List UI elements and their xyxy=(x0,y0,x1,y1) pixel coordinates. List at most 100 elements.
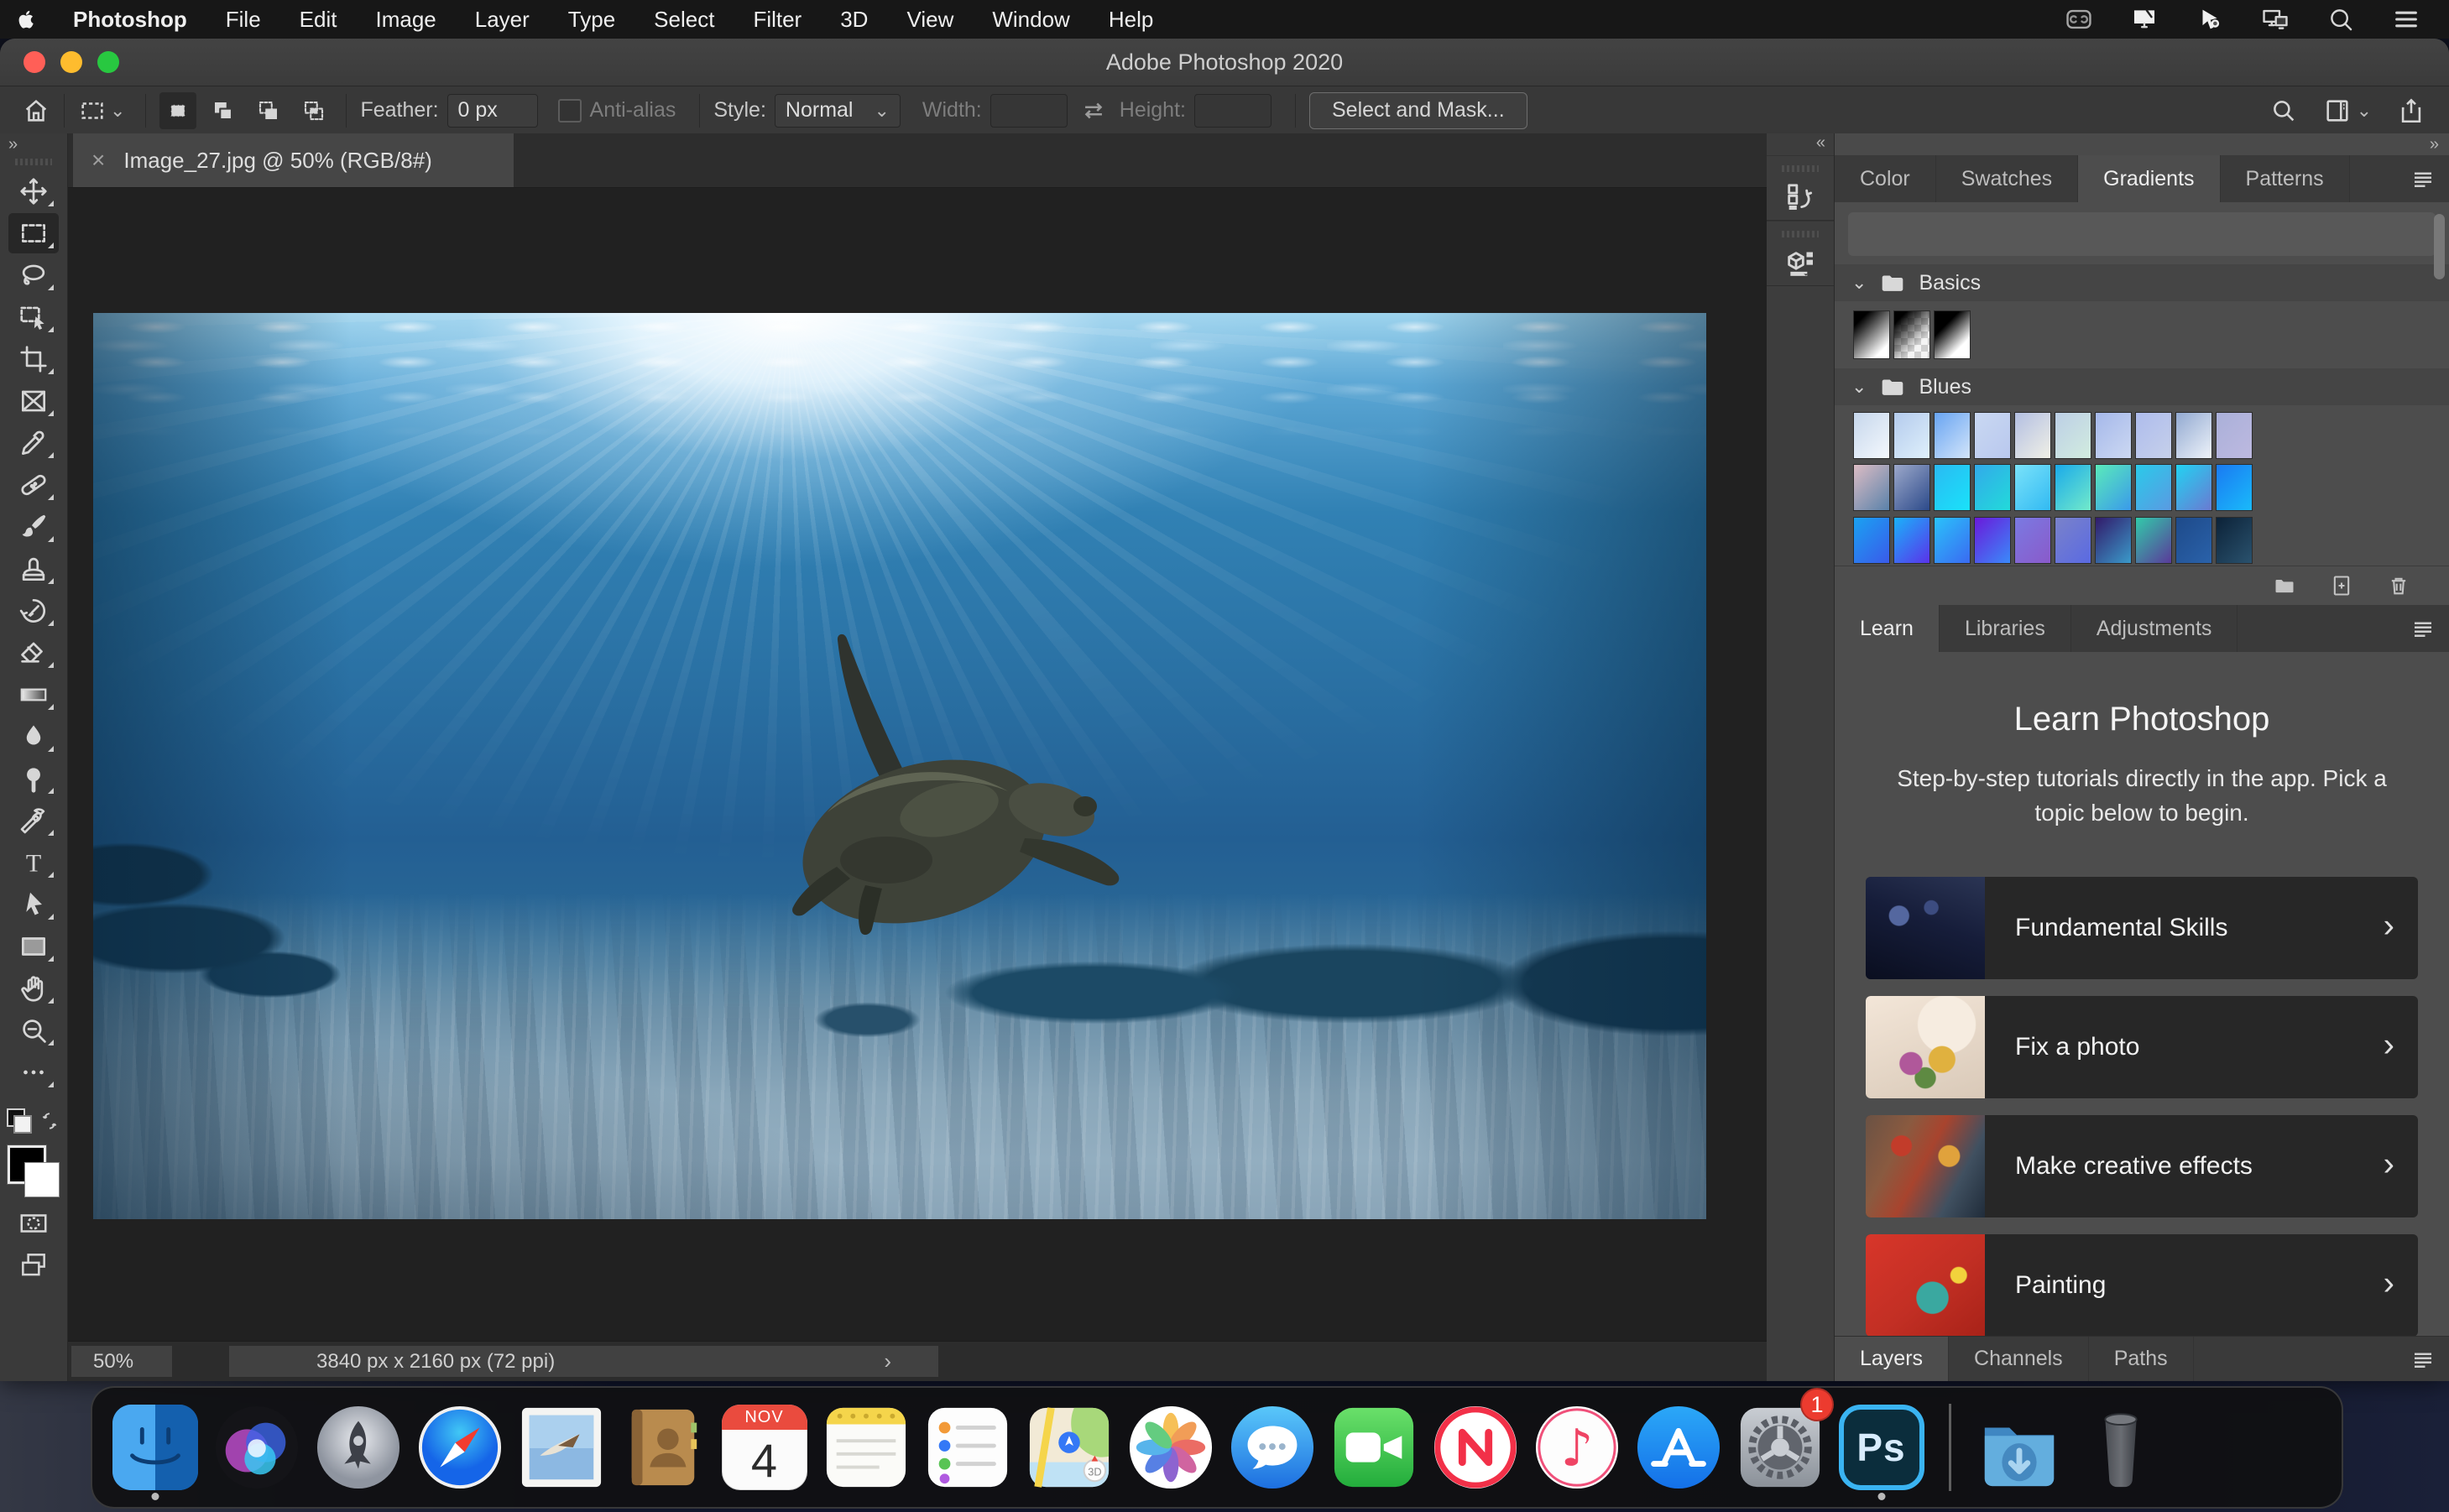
height-input[interactable] xyxy=(1193,93,1271,128)
learn-card-fix-a-photo[interactable]: Fix a photo › xyxy=(1866,996,2418,1099)
feather-input[interactable]: 0 px xyxy=(446,93,538,128)
dock-item-photos[interactable] xyxy=(1120,1393,1221,1502)
frame-tool[interactable] xyxy=(8,381,59,421)
gradient-swatch-blues-23[interactable] xyxy=(1934,516,1971,564)
gradient-swatch-blues-29[interactable] xyxy=(2175,516,2212,564)
gradient-swatch-black-to-white[interactable] xyxy=(1853,310,1890,359)
dock-item-trash[interactable] xyxy=(2070,1393,2171,1502)
learn-card-make-creative-effects[interactable]: Make creative effects › xyxy=(1866,1115,2418,1218)
panel-tab-patterns[interactable]: Patterns xyxy=(2221,155,2350,202)
dock-item-maps[interactable]: 3D xyxy=(1018,1393,1120,1502)
toolbar-expand-icon[interactable]: » xyxy=(0,133,67,155)
object-selection-tool[interactable] xyxy=(8,297,59,337)
eraser-tool[interactable] xyxy=(8,633,59,673)
gradient-swatch-blues-5[interactable] xyxy=(2014,412,2051,459)
collapse-panels-icon[interactable]: » xyxy=(1835,133,2449,155)
new-group-icon[interactable] xyxy=(2273,574,2296,597)
external-displays-icon[interactable] xyxy=(2261,5,2290,34)
basics-collapse-icon[interactable]: ⌄ xyxy=(1851,272,1867,294)
gradient-swatch-black-to-white-hard[interactable] xyxy=(1934,310,1971,359)
menu-item-window[interactable]: Window xyxy=(973,0,1089,39)
subtract-from-selection-icon[interactable] xyxy=(250,92,287,129)
gradient-swatch-blues-14[interactable] xyxy=(1974,464,2011,512)
home-icon[interactable] xyxy=(22,96,50,125)
gradient-swatch-blues-24[interactable] xyxy=(1974,516,2011,564)
gradient-swatch-blues-11[interactable] xyxy=(1853,464,1890,512)
close-document-icon[interactable]: × xyxy=(91,147,105,174)
dock-item-mail[interactable] xyxy=(510,1393,612,1502)
creative-cloud-icon[interactable] xyxy=(2065,5,2093,34)
status-chevron-icon[interactable]: › xyxy=(884,1348,891,1374)
menu-item-edit[interactable]: Edit xyxy=(280,0,357,39)
blues-collapse-icon[interactable]: ⌄ xyxy=(1851,376,1867,398)
panel-tab-swatches[interactable]: Swatches xyxy=(1936,155,2079,202)
dock-item-safari[interactable] xyxy=(409,1393,510,1502)
document-info-field[interactable]: 3840 px x 2160 px (72 ppi) › xyxy=(229,1346,938,1377)
gradient-swatch-blues-30[interactable] xyxy=(2216,516,2253,564)
dock-item-launchpad[interactable] xyxy=(307,1393,409,1502)
crop-tool[interactable] xyxy=(8,339,59,379)
edit-toolbar[interactable] xyxy=(8,1052,59,1092)
gradient-swatch-blues-15[interactable] xyxy=(2014,464,2051,512)
gradient-swatch-blues-8[interactable] xyxy=(2135,412,2172,459)
gradient-swatch-blues-1[interactable] xyxy=(1853,412,1890,459)
path-selection-tool[interactable] xyxy=(8,884,59,925)
menu-item-photoshop[interactable]: Photoshop xyxy=(54,0,206,39)
screen-mode-button[interactable] xyxy=(8,1245,59,1285)
gradient-swatch-blues-16[interactable] xyxy=(2055,464,2091,512)
menu-item-file[interactable]: File xyxy=(206,0,280,39)
select-and-mask-button[interactable]: Select and Mask... xyxy=(1308,91,1527,129)
gradient-swatch-black-to-transparent[interactable] xyxy=(1893,310,1930,359)
swap-colors-icon[interactable] xyxy=(39,1110,60,1132)
gradient-swatch-blues-28[interactable] xyxy=(2135,516,2172,564)
learn-card-fundamental-skills[interactable]: Fundamental Skills › xyxy=(1866,877,2418,980)
new-gradient-icon[interactable] xyxy=(2330,574,2353,597)
panel-tab-channels[interactable]: Channels xyxy=(1949,1337,2089,1381)
foreground-background-colors[interactable] xyxy=(7,1144,60,1197)
background-color-swatch[interactable] xyxy=(24,1162,60,1197)
new-selection-icon[interactable] xyxy=(159,91,197,129)
gradient-swatch-blues-17[interactable] xyxy=(2095,464,2132,512)
zoom-tool[interactable] xyxy=(8,1010,59,1051)
pen-input-icon[interactable] xyxy=(2196,5,2224,34)
move-tool[interactable] xyxy=(8,171,59,211)
gradient-swatch-blues-25[interactable] xyxy=(2014,516,2051,564)
spot-healing-brush-tool[interactable] xyxy=(8,465,59,505)
type-tool[interactable]: T xyxy=(8,842,59,883)
hand-tool[interactable] xyxy=(8,968,59,1009)
menu-item-image[interactable]: Image xyxy=(356,0,455,39)
dock-item-notes[interactable] xyxy=(815,1393,916,1502)
menu-item-3d[interactable]: 3D xyxy=(821,0,887,39)
gradient-swatch-blues-19[interactable] xyxy=(2175,464,2212,512)
rectangle-tool[interactable] xyxy=(8,926,59,967)
gradient-swatch-blues-3[interactable] xyxy=(1934,412,1971,459)
gradient-swatch-blues-13[interactable] xyxy=(1934,464,1971,512)
document-tab[interactable]: × Image_27.jpg @ 50% (RGB/8#) xyxy=(73,133,514,187)
dock-item-reminders[interactable] xyxy=(916,1393,1018,1502)
gradients-scrollbar[interactable] xyxy=(2434,214,2445,279)
history-panel-button[interactable] xyxy=(1767,155,1834,221)
rectangular-marquee-tool[interactable] xyxy=(8,213,59,253)
menu-item-view[interactable]: View xyxy=(887,0,973,39)
learn-panel-menu-icon[interactable] xyxy=(2410,605,2436,652)
expand-panels-icon[interactable]: « xyxy=(1767,133,1834,155)
notification-list-icon[interactable] xyxy=(2392,5,2420,34)
add-to-selection-icon[interactable] xyxy=(205,92,242,129)
pen-tool[interactable] xyxy=(8,800,59,841)
intersect-selection-icon[interactable] xyxy=(295,92,332,129)
blues-group-header[interactable]: ⌄ Blues xyxy=(1835,368,2449,405)
dock-item-system-preferences[interactable]: 1 xyxy=(1729,1388,1834,1502)
brush-tool[interactable] xyxy=(8,507,59,547)
menu-item-layer[interactable]: Layer xyxy=(456,0,549,39)
gradient-search-input[interactable] xyxy=(1848,212,2436,256)
width-input[interactable] xyxy=(990,93,1068,128)
panel-tab-adjustments[interactable]: Adjustments xyxy=(2071,605,2238,652)
dock-item-contacts[interactable] xyxy=(612,1393,713,1502)
dock-item-facetime[interactable] xyxy=(1323,1393,1424,1502)
dock-item-photoshop[interactable]: Ps xyxy=(1830,1393,1932,1502)
dock-item-calendar[interactable]: NOV 4 xyxy=(713,1393,815,1502)
default-colors-icon[interactable] xyxy=(7,1108,32,1134)
dock-item-downloads[interactable] xyxy=(1968,1393,2070,1502)
dock-item-music[interactable]: ♪ xyxy=(1526,1393,1627,1502)
style-dropdown[interactable]: Normal ⌄ xyxy=(774,93,901,128)
